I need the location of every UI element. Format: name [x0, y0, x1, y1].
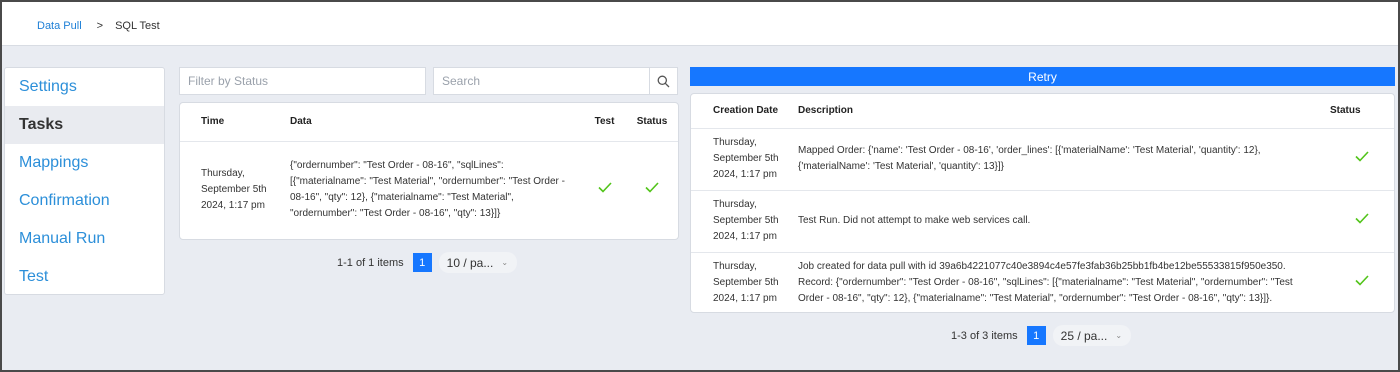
row-status-cell	[1330, 252, 1394, 312]
table-row: Thursday, September 5th 2024, 1:17 pm Ma…	[691, 128, 1394, 190]
chevron-down-icon: ⌄	[501, 258, 509, 267]
breadcrumb-current: SQL Test	[115, 20, 160, 32]
row-description: Job created for data pull with id 39a6b4…	[798, 261, 1293, 305]
chevron-down-icon: ⌄	[1115, 331, 1123, 340]
row-data: {"ordernumber": "Test Order - 08-16", "s…	[290, 160, 565, 220]
sidebar-item-mappings[interactable]: Mappings	[5, 144, 164, 182]
row-date: Thursday, September 5th 2024, 1:17 pm	[713, 137, 779, 180]
row-date: Thursday, September 5th 2024, 1:17 pm	[713, 199, 779, 242]
sidebar-item-manual-run[interactable]: Manual Run	[5, 220, 164, 258]
row-status-cell	[1330, 128, 1394, 190]
row-description: Test Run. Did not attempt to make web se…	[798, 215, 1031, 226]
row-test-cell	[583, 141, 626, 239]
tasks-table: Time Data Test Status Thursday, Septembe…	[180, 103, 678, 239]
check-icon	[645, 182, 659, 193]
table-row: Thursday, September 5th 2024, 1:17 pm Te…	[691, 190, 1394, 252]
check-icon	[597, 182, 612, 193]
row-status-cell	[626, 141, 678, 239]
row-description: Mapped Order: {'name': 'Test Order - 08-…	[798, 145, 1261, 172]
breadcrumb-data-pull-link[interactable]: Data Pull	[37, 20, 82, 32]
top-bar: Data Pull > SQL Test	[0, 0, 1400, 46]
sidebar-menu: Settings Tasks Mappings Confirmation Man…	[4, 67, 165, 295]
column-header-status: Status	[1330, 94, 1394, 129]
check-icon	[1355, 150, 1369, 162]
search-button[interactable]	[649, 67, 678, 95]
row-date: Thursday, September 5th 2024, 1:17 pm	[713, 261, 779, 305]
check-icon	[1355, 212, 1369, 224]
breadcrumb: Data Pull > SQL Test	[37, 20, 160, 32]
page-size-value: 25 / pa...	[1060, 328, 1108, 343]
table-row: Thursday, September 5th 2024, 1:17 pm {"…	[180, 141, 678, 239]
log-table-card: Creation Date Description Status Thursda…	[690, 93, 1395, 313]
log-table: Creation Date Description Status Thursda…	[691, 94, 1394, 312]
sidebar-item-tasks[interactable]: Tasks	[5, 106, 164, 144]
log-pagination: 1-3 of 3 items 1 25 / pa... ⌄	[951, 325, 1132, 346]
tasks-pagination: 1-1 of 1 items 1 10 / pa... ⌄	[337, 252, 518, 273]
table-row: Thursday, September 5th 2024, 1:17 pm Jo…	[691, 252, 1394, 312]
search-input[interactable]	[433, 67, 650, 95]
column-header-test: Test	[583, 103, 626, 142]
column-header-status: Status	[626, 103, 678, 142]
page-size-select[interactable]: 25 / pa... ⌄	[1052, 325, 1132, 346]
breadcrumb-separator: >	[96, 20, 104, 32]
search-icon	[657, 75, 670, 87]
row-time: Thursday, September 5th 2024, 1:17 pm	[201, 168, 267, 212]
column-header-data: Data	[290, 103, 583, 142]
status-filter-input[interactable]	[179, 67, 426, 95]
page-number-button[interactable]: 1	[412, 253, 432, 272]
pagination-summary: 1-1 of 1 items	[337, 256, 404, 269]
sidebar-item-confirmation[interactable]: Confirmation	[5, 182, 164, 220]
column-header-description: Description	[798, 94, 1330, 129]
pagination-summary: 1-3 of 3 items	[951, 329, 1018, 342]
page-size-value: 10 / pa...	[446, 255, 494, 270]
column-header-creation-date: Creation Date	[691, 94, 798, 129]
sidebar-item-settings[interactable]: Settings	[5, 68, 164, 106]
sidebar-item-test[interactable]: Test	[5, 258, 164, 296]
page-size-select[interactable]: 10 / pa... ⌄	[438, 252, 518, 273]
row-status-cell	[1330, 190, 1394, 252]
tasks-table-card: Time Data Test Status Thursday, Septembe…	[179, 102, 679, 240]
column-header-time: Time	[180, 103, 290, 142]
check-icon	[1355, 275, 1369, 286]
retry-button[interactable]: Retry	[690, 67, 1395, 86]
page-number-button[interactable]: 1	[1026, 326, 1046, 345]
